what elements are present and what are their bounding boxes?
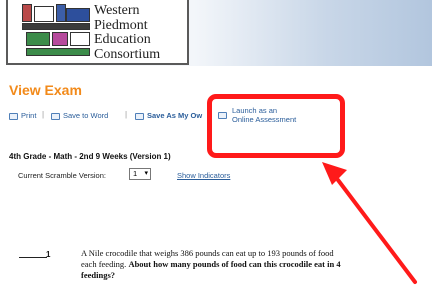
logo-line: Western	[94, 3, 140, 18]
question-number: 1	[46, 250, 51, 259]
site-header: Western Piedmont Education Consortium	[0, 0, 432, 66]
save-icon	[135, 112, 144, 120]
book-icon	[26, 48, 90, 56]
scramble-version-value: 1	[133, 169, 138, 178]
word-document-icon	[51, 112, 60, 120]
arrow-head	[322, 162, 347, 185]
printer-icon	[9, 112, 18, 120]
logo-line: Piedmont	[94, 17, 148, 33]
print-button[interactable]: Print	[9, 111, 36, 120]
logo-line: Consortium	[94, 46, 161, 62]
highlight-box	[207, 94, 345, 158]
book-icon	[52, 32, 68, 46]
show-indicators-link[interactable]: Show Indicators	[177, 171, 230, 180]
scramble-version-label: Current Scramble Version:	[18, 171, 106, 180]
book-icon	[22, 23, 90, 30]
logo-text: Western Piedmont Education Consortium	[94, 3, 161, 62]
book-icon	[70, 32, 90, 46]
save-to-word-label: Save to Word	[63, 111, 109, 120]
page-title: View Exam	[9, 82, 82, 98]
toolbar-divider: |	[42, 110, 45, 119]
answer-blank	[19, 257, 47, 258]
question-text-plain: each feeding.	[81, 259, 129, 269]
print-label: Print	[21, 111, 37, 120]
consortium-logo: Western Piedmont Education Consortium	[6, 0, 189, 65]
save-to-word-button[interactable]: Save to Word	[51, 111, 108, 120]
save-as-label: Save As My Ow	[147, 111, 203, 120]
book-icon	[34, 6, 54, 22]
chevron-down-icon: ▾	[144, 170, 148, 177]
book-icon	[26, 32, 50, 46]
scramble-version-select[interactable]: 1 ▾	[129, 168, 151, 180]
toolbar-divider: |	[125, 110, 128, 119]
question-text-bold: About how many pounds of food can this c…	[128, 259, 341, 269]
question-text-bold2: feedings?	[81, 270, 115, 280]
book-icon	[22, 4, 32, 22]
question-text-line1: A Nile crocodile that weighs 386 pounds …	[81, 248, 334, 258]
book-icon	[56, 4, 66, 22]
logo-line: Education	[94, 32, 151, 47]
question-text: A Nile crocodile that weighs 386 pounds …	[81, 248, 426, 281]
exam-title: 4th Grade - Math - 2nd 9 Weeks (Version …	[9, 152, 171, 161]
book-icon	[66, 8, 90, 22]
save-as-my-own-button[interactable]: Save As My Ow	[135, 111, 202, 120]
